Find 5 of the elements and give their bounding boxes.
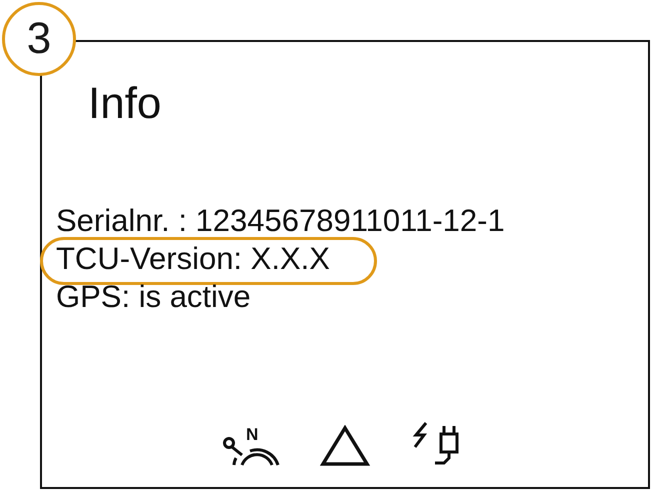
callout-badge: 3 xyxy=(2,2,76,76)
info-line: Serialnr. : 12345678911011-12-1 xyxy=(56,202,505,240)
warning-triangle-icon xyxy=(320,425,370,467)
screen-title: Info xyxy=(88,78,162,130)
info-line: TCU-Version: X.X.X xyxy=(40,237,377,285)
